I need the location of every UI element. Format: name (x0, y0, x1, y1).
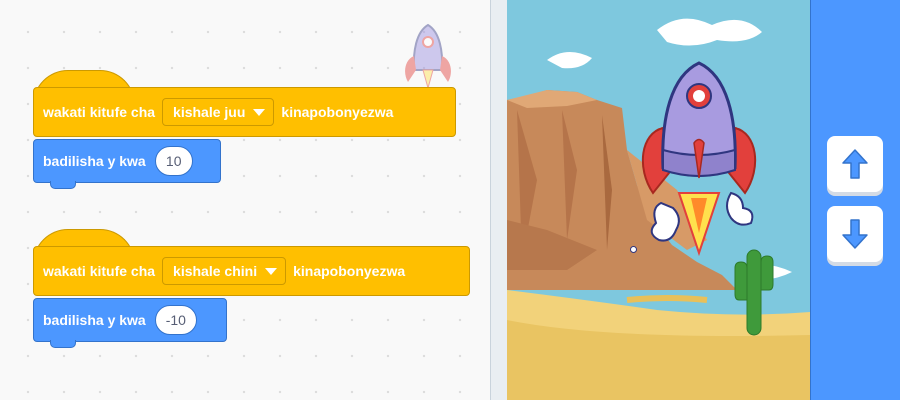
when-key-pressed-block[interactable]: wakati kitufe cha kishale juu kinapobony… (33, 87, 456, 137)
hat-label: wakati kitufe cha (43, 104, 156, 120)
hat-label: wakati kitufe cha (43, 263, 156, 279)
key-dropdown[interactable]: kishale juu (162, 98, 275, 126)
number-input[interactable]: 10 (154, 146, 193, 176)
sprite-thumbnail (405, 23, 451, 90)
hat-label: kinapobonyezwa (293, 263, 406, 279)
key-dropdown[interactable]: kishale chini (162, 257, 287, 285)
number-input[interactable]: -10 (154, 305, 197, 335)
key-dropdown-value: kishale chini (173, 263, 258, 279)
hat-label: kinapobonyezwa (281, 104, 394, 120)
rocket-sprite[interactable] (631, 58, 766, 258)
code-workspace[interactable]: wakati kitufe cha kishale juu kinapobony… (0, 0, 492, 400)
dropdown-arrow-icon (265, 267, 278, 275)
block-notch (50, 340, 76, 348)
mouse-pointer-dot (630, 246, 637, 253)
down-arrow-button[interactable] (827, 206, 883, 262)
motion-label: badilisha y kwa (43, 312, 146, 328)
dropdown-arrow-icon (253, 108, 266, 116)
panel-divider (490, 0, 508, 400)
block-notch (50, 181, 76, 189)
key-dropdown-value: kishale juu (173, 104, 246, 120)
arrow-down-icon (842, 219, 868, 249)
change-y-by-block[interactable]: badilisha y kwa -10 (33, 298, 227, 348)
when-key-pressed-block[interactable]: wakati kitufe cha kishale chini kinapobo… (33, 246, 470, 296)
up-arrow-button[interactable] (827, 136, 883, 192)
stage[interactable] (507, 0, 810, 400)
arrow-up-icon (842, 149, 868, 179)
control-panel (810, 0, 900, 400)
motion-label: badilisha y kwa (43, 153, 146, 169)
change-y-by-block[interactable]: badilisha y kwa 10 (33, 139, 221, 189)
